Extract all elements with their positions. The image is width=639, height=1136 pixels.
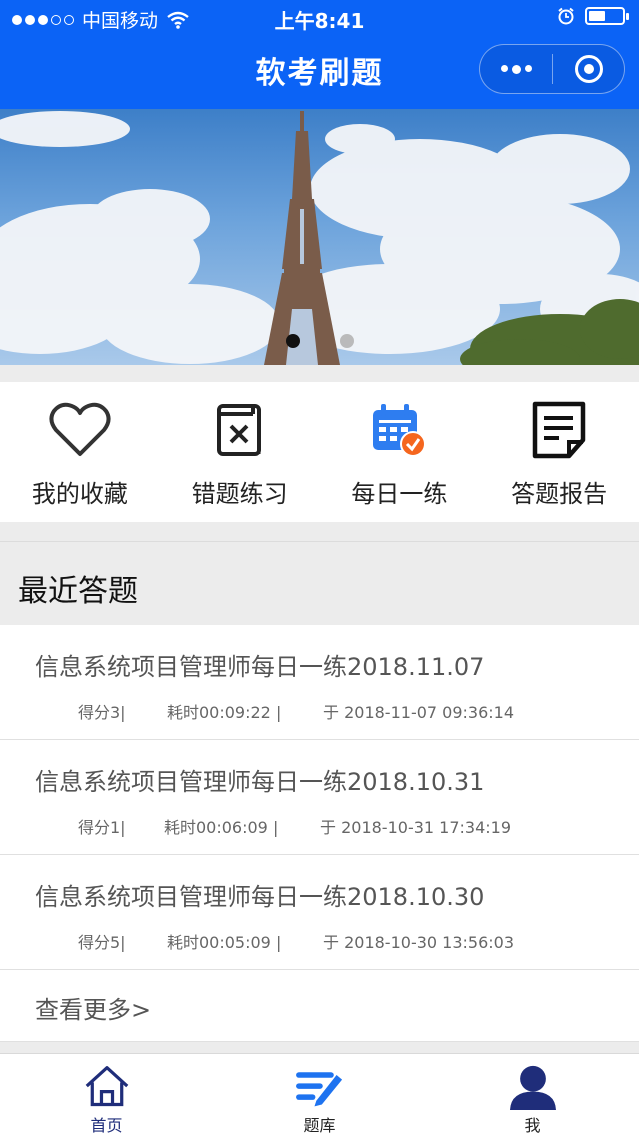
close-button[interactable]	[553, 55, 624, 83]
target-icon	[574, 55, 603, 83]
timestamp-label: 于 2018-10-30 13:56:03	[323, 933, 515, 952]
menu-item-daily-practice[interactable]: 每日一练	[320, 382, 480, 522]
report-icon	[532, 401, 586, 459]
calendar-check-icon	[373, 404, 427, 457]
question-bank-icon	[295, 1072, 342, 1107]
battery-icon	[585, 7, 629, 25]
tab-home[interactable]: 首页	[0, 1054, 213, 1136]
wrong-questions-icon	[216, 404, 261, 456]
timestamp-label: 于 2018-11-07 09:36:14	[323, 703, 515, 722]
mini-program-capsule	[479, 44, 625, 94]
menu-item-favorites[interactable]: 我的收藏	[0, 382, 160, 522]
tab-question-bank[interactable]: 题库	[213, 1054, 426, 1136]
score-label: 得分5|	[78, 933, 126, 952]
tab-me[interactable]: 我	[426, 1054, 639, 1136]
duration-label: 耗时00:09:22 |	[167, 703, 282, 722]
eiffel-tower-image	[0, 111, 639, 365]
duration-label: 耗时00:06:09 |	[164, 818, 279, 837]
timestamp-label: 于 2018-10-31 17:34:19	[320, 818, 512, 837]
heart-icon	[49, 402, 111, 456]
tab-bar: 首页 题库 我	[0, 1053, 639, 1136]
quick-menu: 我的收藏 错题练习 每日一练 答题报告	[0, 382, 639, 522]
alarm-icon	[558, 7, 574, 25]
recent-list: 信息系统项目管理师每日一练2018.11.07 得分3| 耗时00:09:22 …	[0, 625, 639, 1042]
menu-item-report[interactable]: 答题报告	[479, 382, 639, 522]
view-more-link[interactable]: 查看更多>	[0, 970, 639, 1042]
carousel-dot[interactable]	[285, 334, 300, 348]
carousel-dot[interactable]	[339, 334, 354, 348]
status-bar: 中国移动 上午8:41	[0, 0, 639, 36]
menu-item-wrong-questions[interactable]: 错题练习	[160, 382, 320, 522]
list-item[interactable]: 信息系统项目管理师每日一练2018.11.07 得分3| 耗时00:09:22 …	[0, 625, 639, 740]
recent-section-header: 最近答题	[0, 541, 639, 625]
banner-carousel[interactable]	[0, 109, 639, 365]
list-item[interactable]: 信息系统项目管理师每日一练2018.10.30 得分5| 耗时00:05:09 …	[0, 855, 639, 970]
duration-label: 耗时00:05:09 |	[167, 933, 282, 952]
list-item[interactable]: 信息系统项目管理师每日一练2018.10.31 得分1| 耗时00:06:09 …	[0, 740, 639, 855]
home-icon	[85, 1066, 128, 1107]
more-options-button[interactable]	[480, 64, 552, 74]
status-time: 上午8:41	[274, 9, 365, 33]
recent-heading: 最近答题	[18, 574, 138, 609]
score-label: 得分3|	[78, 703, 126, 722]
score-label: 得分1|	[78, 818, 126, 837]
top-bar: 中国移动 上午8:41 软考刷题	[0, 0, 639, 109]
user-icon	[509, 1065, 556, 1110]
carousel-indicators	[0, 334, 639, 348]
